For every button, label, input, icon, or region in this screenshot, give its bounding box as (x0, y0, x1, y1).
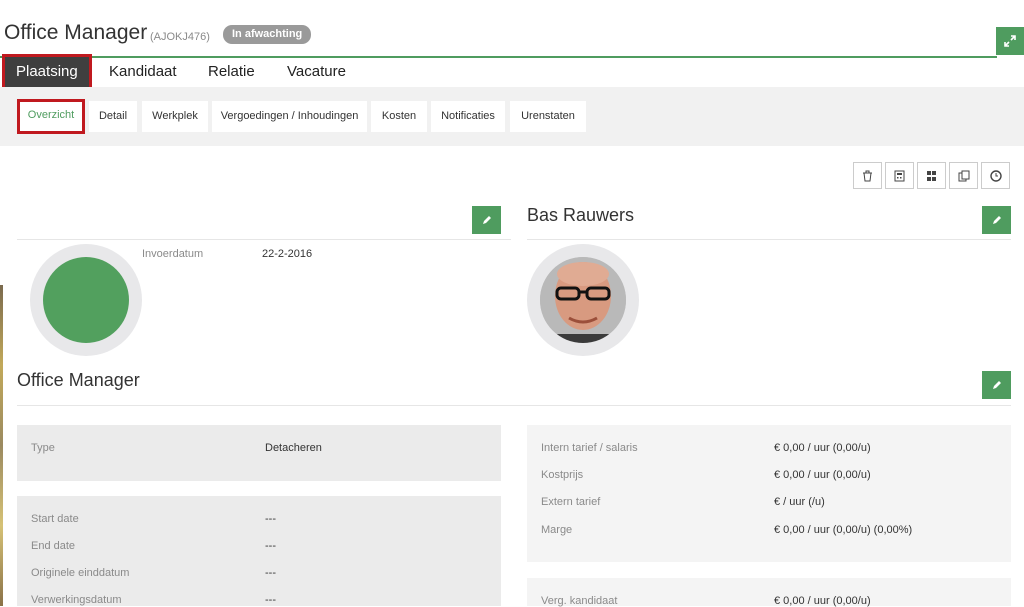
tab-kandidaat[interactable]: Kandidaat (109, 58, 177, 86)
avatar (30, 244, 142, 356)
subtab-notificaties[interactable]: Notificaties (431, 101, 505, 132)
status-badge: In afwachting (223, 25, 312, 44)
trash-icon (863, 170, 872, 181)
intern-tarief-value: € 0,00 / uur (0,00/u) (774, 442, 871, 454)
type-label: Type (31, 442, 55, 454)
dates-panel (17, 496, 501, 606)
candidate-name: Bas Rauwers (527, 205, 635, 225)
subtab-vergoedingen[interactable]: Vergoedingen / Inhoudingen (212, 101, 367, 132)
divider (17, 239, 511, 240)
end-date-label: End date (31, 540, 76, 552)
edit-job-button[interactable] (982, 371, 1011, 399)
expand-icon (1004, 35, 1016, 47)
delete-button[interactable] (853, 162, 882, 189)
grid-button[interactable] (917, 162, 946, 189)
start-date-label: Start date (31, 513, 79, 525)
tab-relatie[interactable]: Relatie (208, 58, 255, 86)
clock-icon (989, 169, 1002, 182)
placement-avatar-circle (43, 257, 129, 343)
subtab-detail[interactable]: Detail (89, 101, 137, 132)
kostprijs-label: Kostprijs (541, 469, 584, 481)
end-date-value: --- (265, 540, 276, 552)
intern-tarief-label: Intern tarief / salaris (541, 442, 638, 454)
tab-vacature[interactable]: Vacature (287, 58, 346, 86)
edit-placement-button[interactable] (472, 206, 501, 234)
pencil-icon (992, 216, 1001, 224)
page-title: Office Manager (4, 21, 148, 44)
subtab-kosten[interactable]: Kosten (371, 101, 427, 132)
verg-kandidaat-value: € 0,00 / uur (0,00/u) (774, 595, 871, 607)
marge-label: Marge (541, 524, 573, 536)
job-title: Office Manager (17, 370, 140, 390)
copy-button[interactable] (949, 162, 978, 189)
subtab-urenstaten[interactable]: Urenstaten (510, 101, 586, 132)
pencil-icon (482, 216, 491, 224)
kostprijs-value: € 0,00 / uur (0,00/u) (774, 469, 871, 481)
grid-icon (927, 170, 936, 181)
candidate-avatar (527, 244, 639, 356)
original-end-date-value: --- (265, 567, 276, 579)
divider (527, 239, 1011, 240)
marge-value: € 0,00 / uur (0,00/u) (0,00%) (774, 524, 913, 536)
calculator-icon (894, 170, 905, 181)
calculator-button[interactable] (885, 162, 914, 189)
pencil-icon (992, 381, 1001, 389)
extern-tarief-value: € / uur (/u) (774, 496, 825, 508)
history-button[interactable] (981, 162, 1010, 189)
copy-icon (958, 170, 969, 181)
subtab-werkplek[interactable]: Werkplek (142, 101, 208, 132)
divider (17, 405, 1011, 406)
background-strip (0, 285, 3, 606)
edit-candidate-button[interactable] (982, 206, 1011, 234)
placement-code: (AJOKJ476) (150, 31, 210, 43)
type-value: Detacheren (265, 442, 322, 454)
invoerdatum-value: 22-2-2016 (262, 248, 313, 260)
processing-date-value: --- (265, 594, 276, 606)
processing-date-label: Verwerkingsdatum (31, 594, 122, 606)
tab-plaatsing[interactable]: Plaatsing (2, 54, 92, 91)
invoerdatum-label: Invoerdatum (142, 248, 204, 260)
type-panel (17, 425, 501, 481)
candidate-photo (540, 257, 626, 343)
verg-kandidaat-label: Verg. kandidaat (541, 595, 618, 607)
start-date-value: --- (265, 513, 276, 525)
original-end-date-label: Originele einddatum (31, 567, 130, 579)
extern-tarief-label: Extern tarief (541, 496, 601, 508)
expand-button[interactable] (996, 27, 1024, 55)
subtab-overzicht[interactable]: Overzicht (17, 99, 85, 134)
